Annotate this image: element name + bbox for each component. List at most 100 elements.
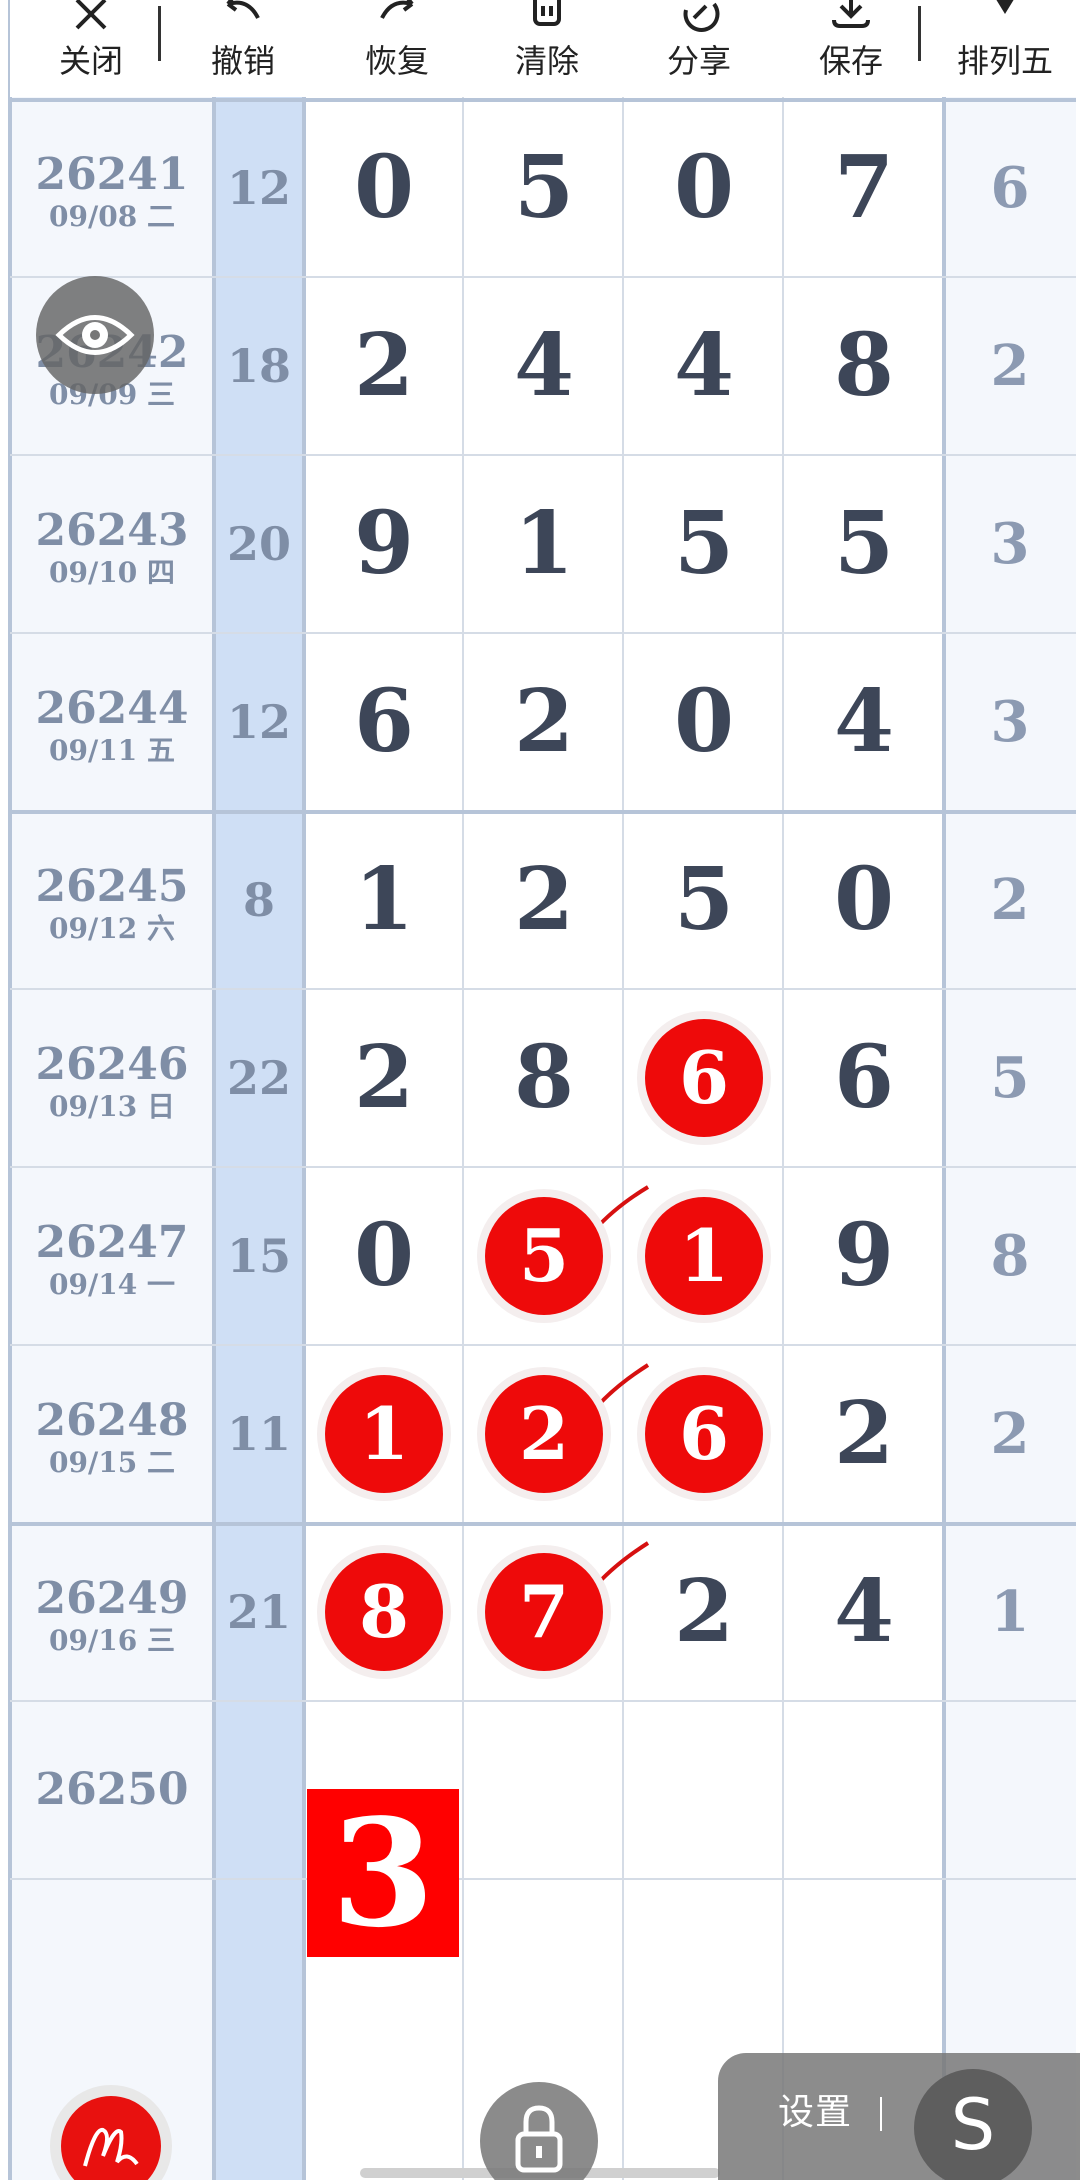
digit-cell[interactable]: 0 (304, 1208, 464, 1304)
grid-hline (10, 810, 1076, 814)
toolbar-divider (918, 6, 921, 61)
highlighted-digit-ball[interactable]: 8 (325, 1553, 443, 1671)
issue-number: 26248 (35, 1395, 189, 1446)
digit-cell[interactable]: 4 (464, 318, 624, 414)
issue-date: 09/16 三 (49, 1624, 175, 1657)
trash-icon (524, 0, 570, 32)
map-pin-icon (982, 0, 1028, 32)
grid-vline (8, 0, 12, 2180)
digit-cell[interactable]: 4 (784, 1564, 944, 1660)
fifth-digit-value: 2 (990, 867, 1030, 933)
grid-hline (10, 632, 1076, 634)
digit-cell[interactable]: 5 (624, 496, 784, 592)
save-button[interactable]: 保存 (790, 0, 912, 97)
grid-hline (10, 1878, 1076, 1880)
fifth-digit-value: 1 (990, 1579, 1030, 1645)
settings-label[interactable]: 设置 (778, 2093, 852, 2133)
sum-value: 12 (226, 695, 291, 749)
grid-hline (10, 1700, 1076, 1702)
digit-cell[interactable]: 8 (464, 1030, 624, 1126)
issue-date: 09/13 日 (49, 1090, 175, 1123)
close-button-label: 关闭 (58, 42, 123, 80)
settings-separator (880, 2097, 882, 2131)
digit-cell[interactable]: 6 (304, 674, 464, 770)
grid-hline (10, 988, 1076, 990)
issue-number: 26243 (35, 505, 189, 556)
eye-toggle-button[interactable] (36, 276, 154, 394)
digit-cell[interactable]: 2 (784, 1386, 944, 1482)
lottery-selector[interactable]: 排列五 (935, 0, 1075, 97)
highlighted-digit-ball[interactable]: 6 (645, 1375, 763, 1493)
digit-cell[interactable]: 9 (304, 496, 464, 592)
digit-cell[interactable]: 0 (624, 674, 784, 770)
issue-date: 09/14 一 (49, 1268, 175, 1301)
clear-button[interactable]: 清除 (486, 0, 608, 97)
digit-cell[interactable]: 9 (784, 1208, 944, 1304)
lock-icon (515, 2105, 563, 2173)
pen-scribble-icon (83, 2128, 139, 2167)
fifth-digit-value: 2 (990, 1401, 1030, 1467)
digit-cell[interactable]: 0 (624, 140, 784, 236)
digit-cell[interactable]: 5 (784, 496, 944, 592)
issue-number: 26250 (35, 1764, 189, 1815)
sum-value: 22 (226, 1051, 291, 1105)
highlighted-digit-ball[interactable]: 1 (645, 1197, 763, 1315)
s-logo-icon[interactable]: S (914, 2069, 1032, 2180)
close-icon (68, 0, 114, 32)
sum-value: 12 (226, 161, 291, 215)
settings-panel[interactable]: 设置 S (718, 2053, 1080, 2180)
issue-number: 26246 (35, 1039, 189, 1090)
highlighted-digit-ball[interactable]: 2 (485, 1375, 603, 1493)
issue-date: 09/11 五 (49, 734, 175, 767)
grid-hline (10, 454, 1076, 456)
highlighted-digit-ball[interactable]: 5 (485, 1197, 603, 1315)
digit-cell[interactable]: 5 (624, 852, 784, 948)
digit-cell[interactable]: 1 (304, 852, 464, 948)
issue-date: 09/15 二 (49, 1446, 175, 1479)
digit-cell[interactable]: 0 (784, 852, 944, 948)
save-button-label: 保存 (818, 42, 883, 80)
issue-number: 26249 (35, 1573, 189, 1624)
digit-cell[interactable]: 0 (304, 140, 464, 236)
lottery-trend-grid: 09/07 一26379552624109/08 二12050762624209… (0, 0, 1080, 2180)
sum-value: 20 (226, 517, 291, 571)
digit-cell[interactable]: 2 (304, 1030, 464, 1126)
sum-value: 15 (226, 1229, 291, 1283)
toolbar-divider (158, 6, 161, 61)
share-button[interactable]: 分享 (638, 0, 760, 97)
fifth-digit-value: 8 (990, 1223, 1030, 1289)
digit-cell[interactable]: 2 (464, 852, 624, 948)
undo-button[interactable]: 撤销 (182, 0, 304, 97)
digit-cell[interactable]: 2 (304, 318, 464, 414)
redo-button[interactable]: 恢复 (336, 0, 458, 97)
highlighted-digit-ball[interactable]: 1 (325, 1375, 443, 1493)
issue-date: 09/12 六 (49, 912, 175, 945)
share-button-label: 分享 (666, 42, 731, 80)
fifth-digit-value: 6 (990, 155, 1030, 221)
grid-hline (10, 1166, 1076, 1168)
highlighted-digit-ball[interactable]: 6 (645, 1019, 763, 1137)
predicted-digit-box[interactable]: 3 (307, 1789, 459, 1957)
digit-cell[interactable]: 5 (464, 140, 624, 236)
issue-date: 09/10 四 (49, 556, 175, 589)
fifth-digit-value: 3 (990, 511, 1030, 577)
digit-cell[interactable]: 1 (464, 496, 624, 592)
digit-cell[interactable]: 8 (784, 318, 944, 414)
grid-hline (10, 1344, 1076, 1346)
grid-hline (10, 1522, 1076, 1526)
redo-icon (374, 0, 420, 32)
clear-button-label: 清除 (514, 42, 579, 80)
digit-cell[interactable]: 4 (624, 318, 784, 414)
digit-cell[interactable]: 2 (464, 674, 624, 770)
digit-cell[interactable]: 2 (624, 1564, 784, 1660)
download-icon (828, 0, 874, 32)
highlighted-digit-ball[interactable]: 7 (485, 1553, 603, 1671)
digit-cell[interactable]: 7 (784, 140, 944, 236)
undo-icon (220, 0, 266, 32)
digit-cell[interactable]: 6 (784, 1030, 944, 1126)
sum-value: 11 (226, 1407, 291, 1461)
close-button[interactable]: 关闭 (30, 0, 152, 97)
sum-value: 21 (226, 1585, 291, 1639)
fifth-digit-value: 5 (990, 1045, 1030, 1111)
digit-cell[interactable]: 4 (784, 674, 944, 770)
